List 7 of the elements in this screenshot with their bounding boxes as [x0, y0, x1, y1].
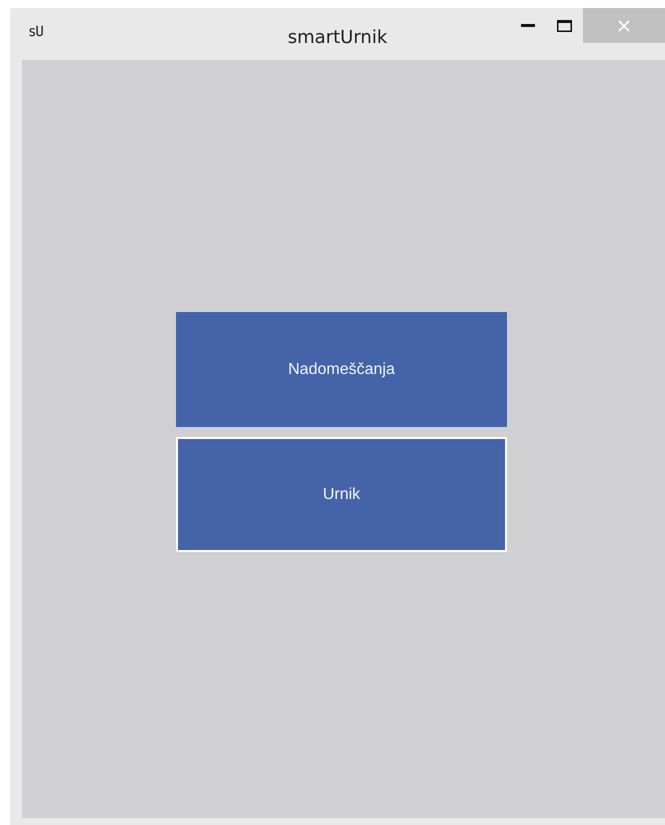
minimize-icon: [521, 24, 535, 28]
app-logo: sU: [28, 24, 43, 40]
window-title: smartUrnik: [288, 27, 388, 48]
close-icon: [618, 20, 630, 32]
menu-button[interactable]: Nadomeščanja: [176, 312, 507, 427]
maximize-icon: [556, 20, 572, 32]
menu-button[interactable]: Urnik: [176, 437, 507, 552]
